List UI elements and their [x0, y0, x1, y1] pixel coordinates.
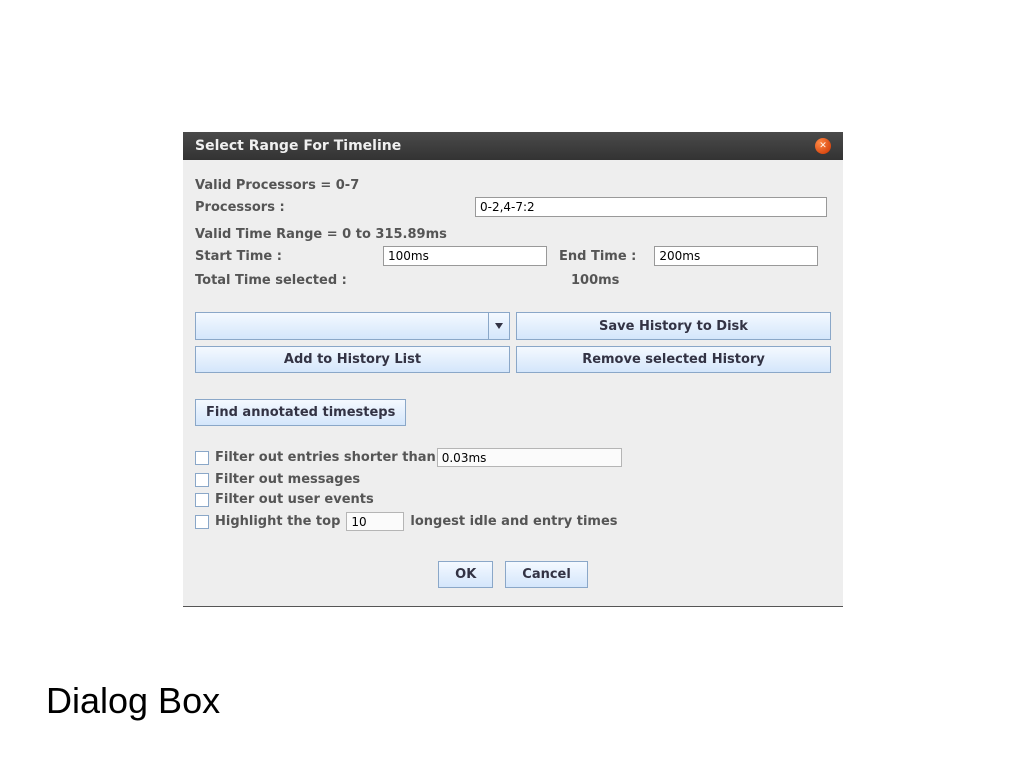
- history-dropdown-body[interactable]: [195, 312, 488, 340]
- highlight-pre-label: Highlight the top: [215, 514, 340, 529]
- filter-user-events-label: Filter out user events: [215, 492, 374, 507]
- ok-button[interactable]: OK: [438, 561, 493, 588]
- page-caption: Dialog Box: [46, 680, 220, 722]
- start-time-label: Start Time :: [195, 249, 383, 264]
- dialog-footer: OK Cancel: [195, 561, 831, 588]
- valid-processors-label: Valid Processors = 0-7: [195, 178, 831, 193]
- filter-short-checkbox[interactable]: [195, 451, 209, 465]
- start-time-input[interactable]: [383, 246, 547, 266]
- filter-messages-label: Filter out messages: [215, 472, 360, 487]
- total-time-value: 100ms: [571, 273, 619, 288]
- find-annotated-button[interactable]: Find annotated timesteps: [195, 399, 406, 426]
- cancel-button[interactable]: Cancel: [505, 561, 588, 588]
- filter-user-events-checkbox[interactable]: [195, 493, 209, 507]
- checkbox-group: Filter out entries shorter than Filter o…: [195, 448, 831, 531]
- highlight-top-checkbox[interactable]: [195, 515, 209, 529]
- dialog-select-range: Select Range For Timeline ✕ Valid Proces…: [183, 132, 843, 607]
- titlebar: Select Range For Timeline ✕: [183, 132, 843, 160]
- dialog-title: Select Range For Timeline: [195, 138, 401, 154]
- save-history-button[interactable]: Save History to Disk: [516, 312, 831, 340]
- processors-input[interactable]: [475, 197, 827, 217]
- processors-label: Processors :: [195, 200, 475, 215]
- remove-history-button[interactable]: Remove selected History: [516, 346, 831, 373]
- chevron-down-icon[interactable]: [488, 312, 510, 340]
- end-time-label: End Time :: [547, 249, 654, 264]
- highlight-top-input[interactable]: [346, 512, 404, 531]
- add-history-button[interactable]: Add to History List: [195, 346, 510, 373]
- valid-time-label: Valid Time Range = 0 to 315.89ms: [195, 227, 831, 242]
- dialog-content: Valid Processors = 0-7 Processors : Vali…: [183, 160, 843, 606]
- total-time-label: Total Time selected :: [195, 273, 347, 288]
- filter-short-label: Filter out entries shorter than: [215, 450, 436, 465]
- history-dropdown[interactable]: [195, 312, 510, 340]
- filter-messages-checkbox[interactable]: [195, 473, 209, 487]
- history-button-grid: Save History to Disk Add to History List…: [195, 312, 831, 373]
- end-time-input[interactable]: [654, 246, 818, 266]
- highlight-post-label: longest idle and entry times: [410, 514, 617, 529]
- close-icon[interactable]: ✕: [815, 138, 831, 154]
- filter-short-input[interactable]: [437, 448, 622, 467]
